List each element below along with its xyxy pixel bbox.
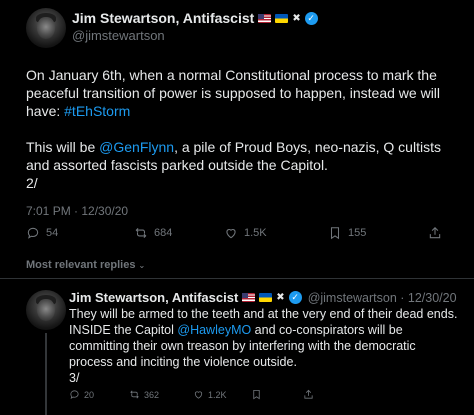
reply-author-display-name[interactable]: Jim Stewartson, Antifascist <box>69 290 238 305</box>
hashtag-link[interactable]: #tEhStorm <box>64 103 130 119</box>
bookmark-icon <box>253 389 260 400</box>
author-display-name[interactable]: Jim Stewartson, Antifascist <box>72 10 254 26</box>
tweet-timestamp[interactable]: 7:01 PM · 12/30/20 <box>26 204 128 218</box>
us-flag-icon <box>258 13 272 23</box>
bookmark-icon <box>330 227 340 240</box>
reply-count: 54 <box>46 227 59 239</box>
share-icon <box>304 389 313 399</box>
retweet-icon <box>135 227 147 239</box>
reply-author-name-row[interactable]: Jim Stewartson, Antifascist ✖ ✓ @jimstew… <box>69 290 457 305</box>
reply-button[interactable]: 54 <box>26 226 58 240</box>
avatar-face <box>37 298 55 322</box>
reply-author-avatar[interactable] <box>26 290 66 330</box>
reply-handle-date[interactable]: @jimstewartson · 12/30/20 <box>308 291 457 305</box>
x-flag-icon: ✖ <box>276 292 285 303</box>
retweet-button[interactable]: 362 <box>129 389 159 400</box>
mention-link[interactable]: @HawleyMO <box>177 323 251 337</box>
retweet-icon <box>130 390 139 399</box>
author-name-row[interactable]: Jim Stewartson, Antifascist ✖ ✓ <box>72 10 318 26</box>
chevron-down-icon: ⌄ <box>138 260 146 270</box>
x-flag-icon: ✖ <box>292 12 301 24</box>
ukraine-flag-icon <box>259 293 273 302</box>
tweet-paragraph-1: On January 6th, when a normal Constituti… <box>26 66 456 120</box>
bookmark-button[interactable] <box>251 389 262 400</box>
tweet-text: On January 6th, when a normal Constituti… <box>26 66 456 192</box>
thread-marker: 2/ <box>26 175 38 191</box>
verified-badge-icon[interactable]: ✓ <box>288 291 302 304</box>
section-divider <box>0 278 474 279</box>
thread-connector-line <box>45 333 47 415</box>
share-icon <box>429 227 441 239</box>
reply-text: They will be armed to the teeth and at t… <box>69 306 459 386</box>
mention-link[interactable]: @GenFlynn <box>99 139 174 155</box>
like-button[interactable]: 1.2K <box>193 389 227 400</box>
avatar-face <box>37 16 55 40</box>
reply-count: 20 <box>84 389 95 400</box>
author-handle[interactable]: @jimstewartson <box>72 28 165 43</box>
reply-sort-label: Most relevant replies <box>26 259 136 271</box>
verified-badge-icon[interactable]: ✓ <box>304 11 318 25</box>
tweet-paragraph-2: This will be @GenFlynn, a pile of Proud … <box>26 138 456 192</box>
reply-button[interactable]: 20 <box>69 389 94 400</box>
share-button[interactable] <box>428 226 442 240</box>
retweet-count: 684 <box>154 227 173 239</box>
retweet-button[interactable]: 684 <box>134 226 172 240</box>
thread-marker: 3/ <box>69 371 80 385</box>
like-count: 1.2K <box>208 389 227 400</box>
like-button[interactable]: 1.5K <box>224 226 267 240</box>
reply-sort-dropdown[interactable]: Most relevant replies ⌄ <box>26 259 145 271</box>
reply-action-bar: 20 362 1.2K <box>69 389 449 403</box>
us-flag-icon <box>242 293 256 302</box>
reply-icon <box>70 390 79 400</box>
tweet-text-part: This will be <box>26 139 100 155</box>
retweet-count: 362 <box>144 389 160 400</box>
heart-icon <box>226 229 236 239</box>
bookmark-count: 155 <box>348 227 367 239</box>
heart-icon <box>194 391 203 399</box>
tweet-action-bar: 54 684 1.5K 155 <box>26 226 446 244</box>
like-count: 1.5K <box>244 227 267 239</box>
share-button[interactable] <box>303 389 314 400</box>
author-avatar[interactable] <box>26 8 66 48</box>
reply-icon <box>27 227 39 239</box>
ukraine-flag-icon <box>275 13 289 23</box>
bookmark-button[interactable]: 155 <box>328 226 366 240</box>
